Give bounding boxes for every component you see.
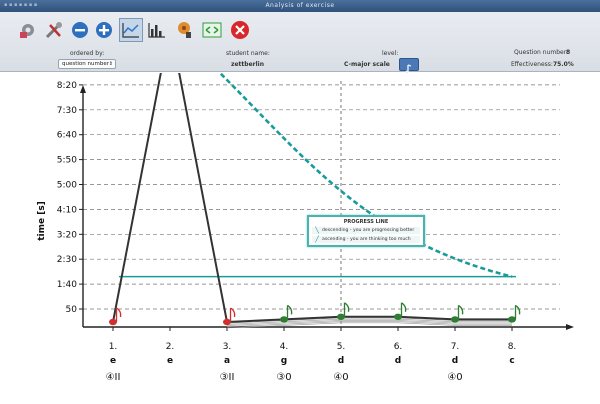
error-note-icon[interactable] <box>109 318 117 326</box>
y-tick-label: 1:40 <box>57 280 77 290</box>
time-series-line <box>112 24 512 324</box>
y-tick-label: 5:00 <box>57 181 77 191</box>
line-graph-icon <box>122 23 139 38</box>
settings-icon <box>20 24 34 38</box>
y-tick-label: 8:20 <box>57 81 77 91</box>
tooltip-title: PROGRESS LINE <box>343 219 389 225</box>
ascending-line-icon: ╱ <box>315 236 319 243</box>
gramophone-icon <box>178 22 191 38</box>
fingering-label: ③II <box>220 372 235 383</box>
y-tick-label: 5:50 <box>57 156 77 166</box>
x-tick-label: 5. <box>337 342 346 352</box>
fit-view-button[interactable] <box>200 18 224 42</box>
tooltip-row1-text: descending - you are progressing better <box>322 228 415 233</box>
zoom-out-button[interactable] <box>68 18 92 42</box>
analysis-window: ▪ ▪ ▪ ▪ ▪ ▪ ▪ Analysis of exercise order… <box>0 0 600 400</box>
x-tick-label: 7. <box>451 342 460 352</box>
close-button[interactable] <box>228 18 252 42</box>
note-label: d <box>395 356 401 366</box>
window-title: Analysis of exercise <box>265 2 335 9</box>
y-tick-label: 2:30 <box>57 255 77 265</box>
settings-button[interactable] <box>16 18 40 42</box>
progress-chart: 501:402:303:204:105:005:506:407:308:209:… <box>37 10 574 383</box>
ordered-by-select[interactable]: question number ⇕ <box>58 59 116 69</box>
level-play-button[interactable] <box>399 58 419 74</box>
note-icon[interactable] <box>394 313 402 320</box>
level-label: level: <box>382 50 399 57</box>
question-number-label: Question number: <box>514 49 569 56</box>
question-number-value: 8 <box>566 49 571 56</box>
tools-button[interactable] <box>42 18 66 42</box>
tooltip-row-descending: ╲ descending - you are progressing better <box>312 227 420 234</box>
note-label: a <box>224 356 230 366</box>
x-tick-label: 2. <box>166 342 175 352</box>
title-bar: ▪ ▪ ▪ ▪ ▪ ▪ ▪ Analysis of exercise <box>0 0 600 12</box>
note-label: g <box>281 356 287 366</box>
note-label: d <box>338 356 344 366</box>
zoom-in-icon <box>96 22 112 38</box>
effectiveness-label: Effectiveness: <box>511 61 553 68</box>
note-label: e <box>110 356 116 366</box>
ordered-by-select-value: question number <box>62 61 109 67</box>
y-tick-label: 6:40 <box>57 131 77 141</box>
x-tick-label: 1. <box>109 342 118 352</box>
select-arrow-icon: ⇕ <box>108 61 113 67</box>
close-icon <box>231 21 249 39</box>
ordered-by-label: ordered by: <box>70 50 105 57</box>
x-tick-label: 4. <box>280 342 289 352</box>
note-icon[interactable] <box>451 316 459 323</box>
bar-chart-button[interactable] <box>145 18 169 42</box>
y-tick-label: 3:20 <box>57 230 77 240</box>
y-tick-label: 4:10 <box>57 205 77 215</box>
note-label: d <box>452 356 458 366</box>
student-name-value: zettberlin <box>231 61 265 68</box>
note-icon[interactable] <box>508 316 516 323</box>
note-label: c <box>509 356 514 366</box>
bar-chart-icon <box>148 23 165 38</box>
progress-line-tooltip: PROGRESS LINE ╲ descending - you are prog… <box>307 215 425 247</box>
note-icon[interactable] <box>280 316 288 323</box>
y-tick-label: 50 <box>66 305 78 315</box>
y-tick-label: 7:30 <box>57 106 77 116</box>
fingering-label: ④0 <box>447 372 462 383</box>
student-name-label: student name: <box>226 50 270 57</box>
tools-icon <box>45 22 62 39</box>
x-tick-label: 8. <box>508 342 517 352</box>
descending-line-icon: ╲ <box>315 227 319 234</box>
y-axis-label: time [s] <box>37 201 47 241</box>
gramophone-button[interactable] <box>173 18 197 42</box>
zoom-in-button[interactable] <box>92 18 116 42</box>
error-note-icon[interactable] <box>223 318 231 326</box>
x-tick-label: 3. <box>223 342 232 352</box>
chart-area: 501:402:303:204:105:005:506:407:308:209:… <box>0 10 600 400</box>
fingering-label: ④0 <box>333 372 348 383</box>
x-tick-label: 6. <box>394 342 403 352</box>
x-axis-arrow <box>566 324 574 330</box>
line-graph-button[interactable] <box>119 18 143 42</box>
note-label: e <box>167 356 173 366</box>
zoom-out-icon <box>72 22 88 38</box>
fit-view-icon <box>202 22 222 38</box>
level-value: C-major scale <box>344 61 390 68</box>
fingering-label: ④II <box>106 372 121 383</box>
y-axis-arrow <box>80 85 86 93</box>
note-icon[interactable] <box>337 313 345 320</box>
effectiveness-value: 75.0% <box>553 61 574 68</box>
tooltip-row2-text: ascending - you are thinking too much <box>322 237 411 242</box>
fingering-label: ③0 <box>276 372 291 383</box>
tooltip-row-ascending: ╱ ascending - you are thinking too much <box>312 236 420 243</box>
